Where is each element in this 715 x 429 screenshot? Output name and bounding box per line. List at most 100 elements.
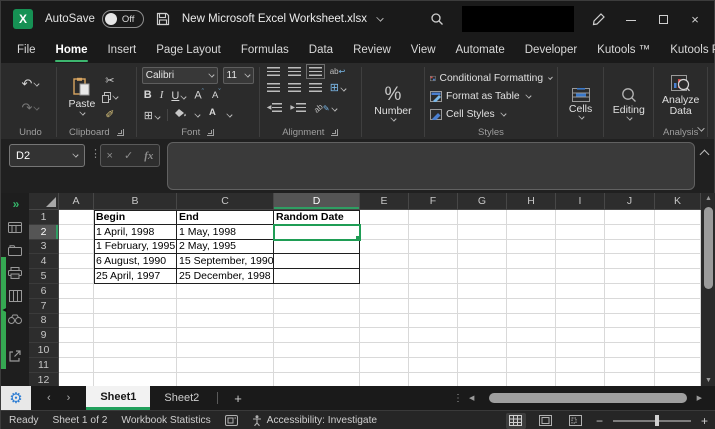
cell-G3[interactable] — [458, 239, 507, 255]
ribbon-tab-developer[interactable]: Developer — [515, 37, 587, 63]
cell-K7[interactable] — [655, 298, 701, 314]
cell-F12[interactable] — [409, 372, 458, 386]
vertical-scrollbar[interactable]: ▲ ▼ — [701, 193, 715, 386]
cell-K2[interactable] — [655, 224, 701, 240]
cell-I6[interactable] — [556, 283, 605, 299]
insert-function-button[interactable]: fx — [144, 150, 153, 162]
cell-B2[interactable]: 1 April, 1998 — [94, 224, 177, 240]
cell-D5[interactable] — [274, 269, 360, 284]
cell-E5[interactable] — [360, 269, 409, 284]
cell-A3[interactable] — [59, 239, 94, 255]
cell-styles-button[interactable]: Cell Styles — [429, 106, 552, 122]
cell-A6[interactable] — [59, 283, 94, 299]
cell-D4[interactable] — [274, 254, 360, 270]
cell-H5[interactable] — [507, 269, 556, 284]
cell-H4[interactable] — [507, 254, 556, 270]
cell-J2[interactable] — [605, 224, 655, 240]
worksheets-panel-icon[interactable] — [7, 220, 23, 234]
cell-J3[interactable] — [605, 239, 655, 255]
cell-I7[interactable] — [556, 298, 605, 314]
cell-C10[interactable] — [177, 343, 274, 358]
ribbon-tab-page-layout[interactable]: Page Layout — [146, 37, 231, 63]
cell-G7[interactable] — [458, 298, 507, 314]
decrease-indent-button[interactable]: ◀ — [267, 102, 283, 112]
cell-F8[interactable] — [409, 313, 458, 329]
status-utility-icon[interactable] — [224, 415, 238, 426]
cell-D2[interactable] — [273, 223, 361, 241]
cell-A2[interactable] — [59, 224, 94, 240]
sidebar-collapse-arrow-icon[interactable]: ◄ — [1, 307, 8, 314]
cell-G9[interactable] — [458, 328, 507, 344]
cell-B7[interactable] — [94, 298, 177, 314]
cell-H9[interactable] — [507, 328, 556, 344]
cell-E7[interactable] — [360, 298, 409, 314]
cell-D6[interactable] — [274, 283, 360, 299]
scroll-up-arrow-icon[interactable]: ▲ — [705, 195, 712, 202]
cell-J5[interactable] — [605, 269, 655, 284]
cell-E12[interactable] — [360, 372, 409, 386]
columns-panel-icon[interactable] — [7, 289, 23, 303]
ribbon-tab-data[interactable]: Data — [299, 37, 343, 63]
cell-I3[interactable] — [556, 239, 605, 255]
row-header-2[interactable]: 2 — [29, 224, 59, 240]
kutools-settings-gear-icon[interactable]: ⚙ — [1, 386, 31, 410]
external-link-icon[interactable] — [7, 349, 23, 363]
scroll-left-arrow-icon[interactable]: ◀ — [469, 394, 474, 402]
row-header-11[interactable]: 11 — [29, 357, 59, 373]
cell-C6[interactable] — [177, 283, 274, 299]
cell-K5[interactable] — [655, 269, 701, 284]
cell-D9[interactable] — [274, 328, 360, 344]
row-header-8[interactable]: 8 — [29, 313, 59, 329]
formula-input[interactable] — [167, 142, 695, 190]
cell-H7[interactable] — [507, 298, 556, 314]
page-layout-view-button[interactable] — [536, 413, 556, 429]
cell-C11[interactable] — [177, 357, 274, 373]
scroll-down-arrow-icon[interactable]: ▼ — [705, 377, 712, 384]
wrap-text-button[interactable]: ab↩ — [330, 67, 346, 76]
ribbon-tab-formulas[interactable]: Formulas — [231, 37, 299, 63]
cell-E1[interactable] — [360, 210, 409, 225]
orientation-button[interactable]: ab✎ — [312, 98, 338, 116]
cell-C12[interactable] — [177, 372, 274, 386]
cell-I8[interactable] — [556, 313, 605, 329]
cell-D12[interactable] — [274, 372, 360, 386]
cell-K6[interactable] — [655, 283, 701, 299]
cell-B10[interactable] — [94, 343, 177, 358]
font-size-select[interactable]: 11 — [222, 67, 254, 84]
cell-I12[interactable] — [556, 372, 605, 386]
sheet-tab-sheet1[interactable]: Sheet1 — [86, 386, 151, 410]
cell-E8[interactable] — [360, 313, 409, 329]
cell-I9[interactable] — [556, 328, 605, 344]
cell-J10[interactable] — [605, 343, 655, 358]
maximize-button[interactable] — [656, 12, 670, 27]
column-header-H[interactable]: H — [507, 193, 556, 210]
minimize-button[interactable] — [624, 12, 638, 27]
format-painter-button[interactable]: ✐ — [102, 108, 118, 121]
cell-H6[interactable] — [507, 283, 556, 299]
cell-K12[interactable] — [655, 372, 701, 386]
pen-icon[interactable] — [592, 12, 606, 26]
cell-K9[interactable] — [655, 328, 701, 344]
cell-F7[interactable] — [409, 298, 458, 314]
column-header-C[interactable]: C — [177, 193, 274, 210]
horizontal-scroll-thumb[interactable] — [489, 393, 688, 403]
paste-button[interactable]: Paste — [62, 67, 102, 125]
accessibility-status[interactable]: Accessibility: Investigate — [252, 415, 377, 426]
row-header-1[interactable]: 1 — [29, 210, 59, 225]
scroll-right-arrow-icon[interactable]: ▶ — [697, 394, 702, 402]
cell-H1[interactable] — [507, 210, 556, 225]
cell-H3[interactable] — [507, 239, 556, 255]
new-sheet-button[interactable]: + — [222, 386, 254, 410]
underline-button[interactable]: U — [171, 86, 187, 104]
cell-E3[interactable] — [360, 239, 409, 255]
analyze-data-button[interactable]: Analyze Data — [662, 75, 699, 117]
next-sheet-button[interactable]: › — [67, 392, 71, 404]
ribbon-tab-automate[interactable]: Automate — [446, 37, 515, 63]
name-box[interactable]: D2 — [9, 144, 85, 167]
cell-F9[interactable] — [409, 328, 458, 344]
autosave-toggle[interactable]: Off — [101, 10, 144, 28]
cut-button[interactable]: ✂ — [102, 74, 118, 87]
cell-C9[interactable] — [177, 328, 274, 344]
page-break-preview-button[interactable] — [566, 413, 586, 429]
cell-J9[interactable] — [605, 328, 655, 344]
